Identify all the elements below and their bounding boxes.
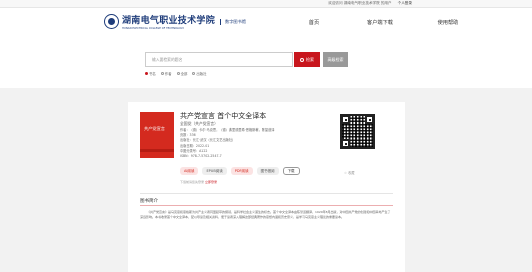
epub-read-button[interactable]: EPUB阅读	[202, 167, 227, 175]
borrow-button[interactable]: 图书借阅	[256, 167, 279, 175]
library-tag: 数字图书馆	[220, 18, 246, 25]
book-detail-panel: 共产党宣言 共产党宣言 首个中文全译本 全国党（共产党宣言） 作者：（德）卡尔·…	[128, 102, 405, 272]
radio-icon	[160, 72, 164, 75]
ai-read-button[interactable]: AI阅读	[180, 167, 199, 175]
book-title: 共产党宣言 首个中文全译本	[180, 112, 267, 120]
search-icon	[300, 57, 304, 62]
nav-item-home[interactable]: 首页	[286, 8, 342, 38]
option-label: 作者	[164, 72, 172, 76]
nav-item-help[interactable]: 使用帮助	[418, 8, 478, 38]
hint-text: 下载前请您先登录	[180, 180, 205, 184]
radio-icon	[192, 72, 196, 75]
cover-stripe	[140, 149, 174, 152]
search-input[interactable]: 输入要检索的题名	[145, 52, 293, 67]
pdf-read-button[interactable]: PDF阅读	[230, 167, 253, 175]
school-name: 湖南电气职业技术学院 HUNAN ELECTRICAL COLLEGE OF T…	[122, 13, 215, 30]
main-nav: 首页 客户端下载 使用帮助	[286, 8, 478, 38]
option-label: 出版社	[196, 72, 207, 76]
collect-button[interactable]: ☆ 收藏	[344, 170, 355, 175]
search-option-title[interactable]: 书名	[145, 71, 156, 76]
qr-finder	[341, 115, 350, 124]
advanced-search-button[interactable]: 高级检索	[323, 52, 348, 67]
intro-heading: 图书简介	[140, 199, 158, 204]
radio-selected-icon	[145, 72, 148, 75]
search-button[interactable]: 检索	[294, 52, 320, 67]
logo[interactable]: 湖南电气职业技术学院 HUNAN ELECTRICAL COLLEGE OF T…	[104, 13, 246, 30]
qr-finder	[341, 139, 350, 148]
radio-icon	[176, 72, 180, 75]
search-option-author[interactable]: 作者	[160, 71, 172, 76]
nav-item-client-download[interactable]: 客户端下载	[342, 8, 418, 38]
school-emblem-icon	[104, 14, 119, 29]
download-button[interactable]: 下载	[282, 167, 300, 175]
login-now-link[interactable]: 立即登录	[205, 180, 217, 184]
action-buttons: AI阅读 EPUB阅读 PDF阅读 图书借阅 下载	[180, 167, 300, 175]
intro-text: 《共产党宣言》是马克思和恩格斯为共产主义者同盟起草的纲领，是科学社会主义诞生的标…	[140, 210, 391, 219]
divider	[140, 193, 393, 194]
search-options: 书名 作者 全部 出版社	[145, 71, 207, 76]
qr-code-icon	[340, 114, 375, 149]
search-button-label: 检索	[306, 56, 314, 62]
book-meta: 作者：（德）卡尔·马克思，（德）弗里德里希·恩格斯著，陈望道译 页数：336 出…	[180, 128, 274, 159]
book-cover: 共产党宣言	[140, 112, 174, 158]
cover-title: 共产党宣言	[144, 126, 165, 131]
header: 湖南电气职业技术学院 HUNAN ELECTRICAL COLLEGE OF T…	[0, 8, 532, 38]
meta-line: ISBN：978-7-5702-2547-7	[180, 154, 222, 159]
search-section: 输入要检索的题名 检索 高级检索 书名 作者 全部 出版社	[0, 38, 532, 88]
option-label: 全部	[180, 72, 188, 76]
qr-finder	[365, 115, 374, 124]
intro-divider	[140, 205, 393, 206]
login-hint: 下载前请您先登录 立即登录	[180, 180, 217, 184]
book-author: 全国党（共产党宣言）	[180, 121, 218, 126]
top-bar: 欢迎访问 湖南电气职业技术学院 的用户 个人登录	[0, 0, 532, 8]
school-name-cn: 湖南电气职业技术学院	[122, 16, 216, 26]
search-option-all[interactable]: 全部	[176, 71, 188, 76]
search-option-publisher[interactable]: 出版社	[192, 71, 207, 76]
option-label: 书名	[149, 72, 156, 76]
school-name-en: HUNAN ELECTRICAL COLLEGE OF TECHNOLOGY	[122, 27, 184, 30]
welcome-text: 欢迎访问 湖南电气职业技术学院 的用户	[328, 1, 392, 5]
collect-label: 收藏	[348, 171, 355, 175]
login-link[interactable]: 个人登录	[398, 1, 412, 6]
